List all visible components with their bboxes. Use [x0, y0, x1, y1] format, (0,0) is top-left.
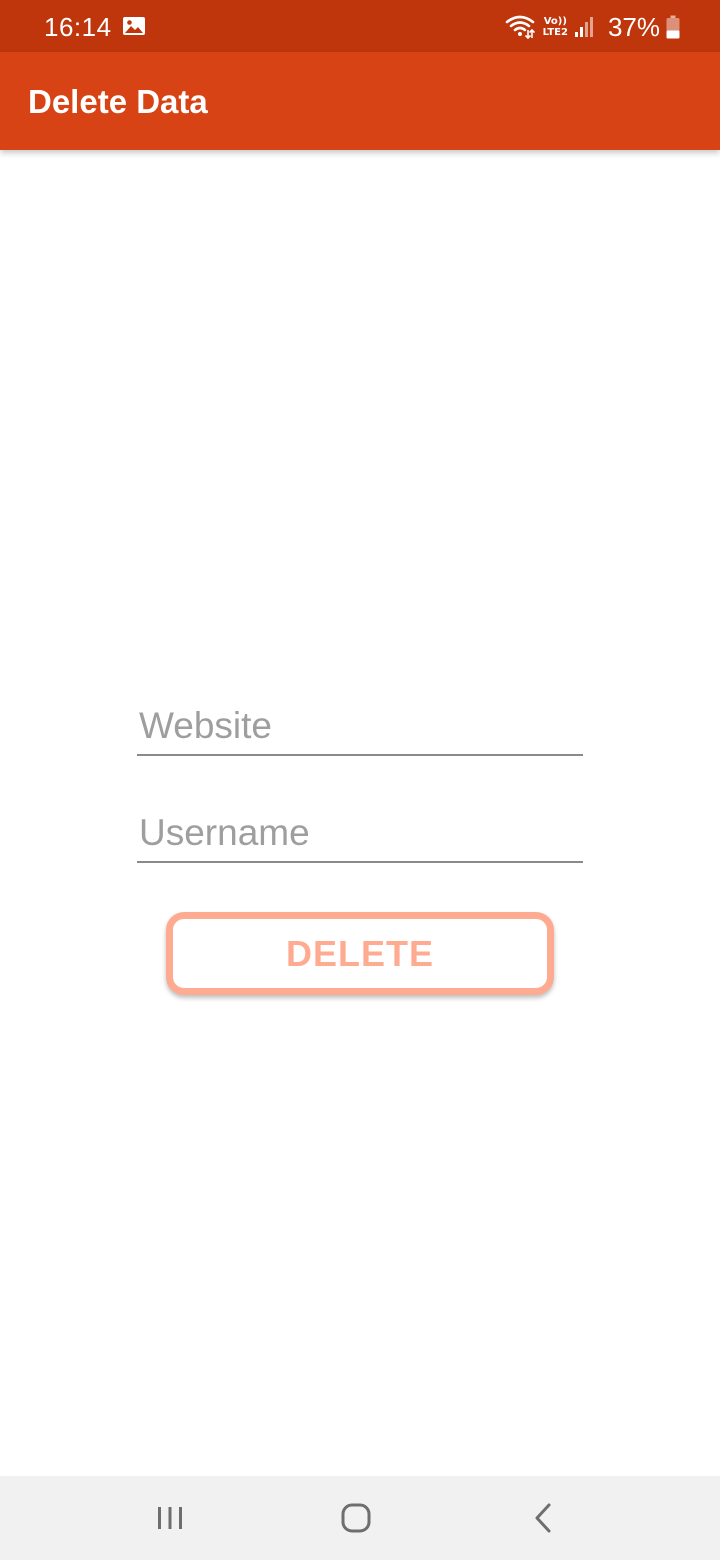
delete-button-label: DELETE: [285, 932, 434, 974]
app-bar: Delete Data: [0, 52, 720, 150]
status-time: 16:14: [44, 12, 112, 42]
home-icon: [341, 1503, 371, 1533]
website-field: [137, 698, 583, 756]
username-field: [137, 805, 583, 863]
battery-percent: 37%: [607, 12, 660, 42]
volte-bottom-label: LTE2: [542, 27, 568, 38]
home-button[interactable]: [332, 1494, 380, 1542]
navigation-bar: [0, 1476, 720, 1560]
recents-button[interactable]: [146, 1494, 194, 1542]
status-icons: Vo)) LTE2 37%: [505, 10, 680, 44]
volte-indicator: Vo)) LTE2: [543, 16, 568, 38]
recents-icon: [158, 1507, 182, 1529]
delete-button[interactable]: DELETE: [166, 912, 554, 995]
battery-icon: [666, 15, 680, 39]
signal-icon: [574, 17, 593, 37]
volte-top-label: Vo)): [543, 16, 567, 27]
screen: 16:14 Vo)) LTE2 37% Delete Data Website …: [0, 0, 720, 1560]
wifi-icon: [505, 15, 535, 40]
page-title: Delete Data: [28, 83, 208, 120]
website-input[interactable]: [137, 698, 583, 754]
back-icon: [535, 1503, 551, 1533]
back-button[interactable]: [520, 1494, 568, 1542]
username-input[interactable]: [137, 805, 583, 861]
status-bar: 16:14 Vo)) LTE2 37%: [0, 0, 720, 52]
gallery-icon: [123, 17, 145, 35]
